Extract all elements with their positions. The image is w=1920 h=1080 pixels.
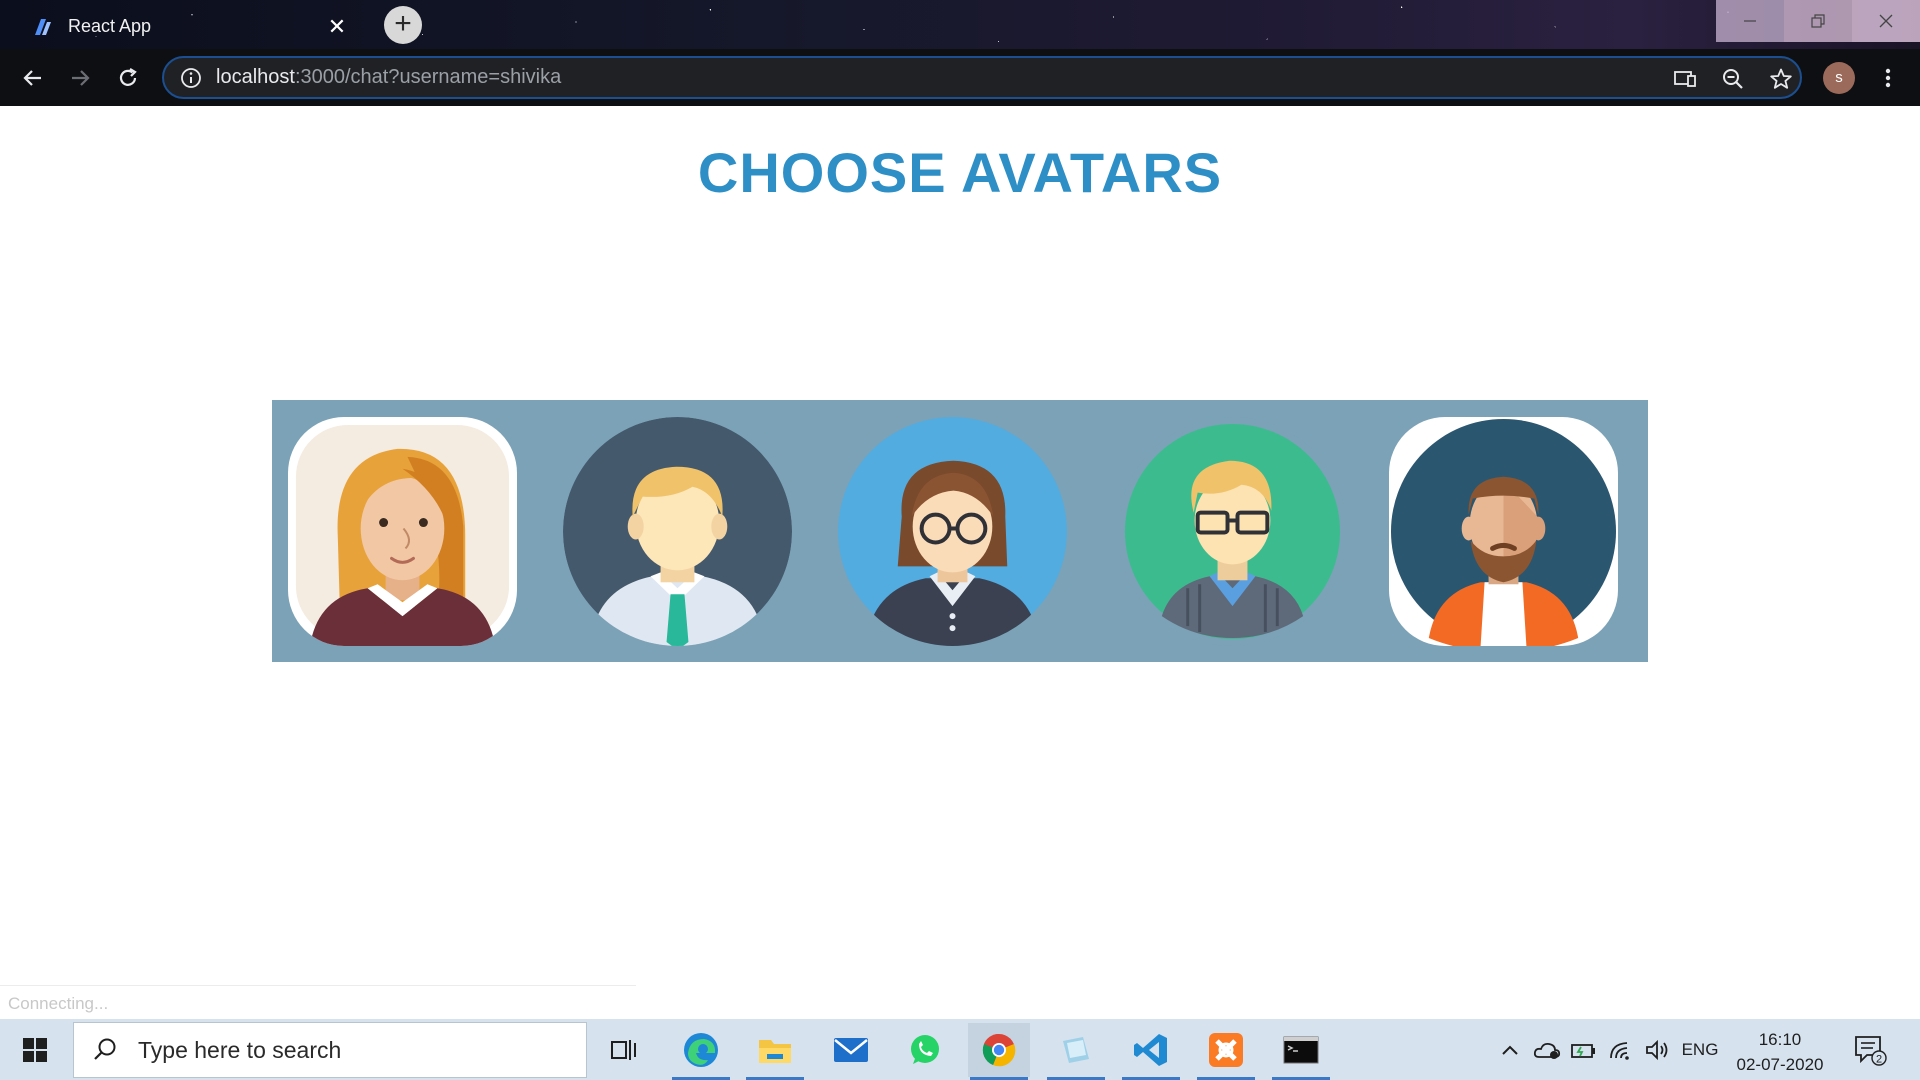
wifi-icon[interactable]: [1606, 1035, 1636, 1065]
vscode-icon: [1134, 1034, 1167, 1066]
avatar-option-4[interactable]: [1118, 417, 1347, 646]
restore-icon: [1811, 14, 1825, 28]
task-view-icon: [611, 1040, 636, 1060]
bookmark-star-icon[interactable]: [1768, 66, 1794, 92]
cast-icon[interactable]: [1672, 66, 1698, 92]
search-input[interactable]: [138, 1036, 558, 1064]
task-view-button[interactable]: [593, 1023, 655, 1077]
page-title: CHOOSE AVATARS: [697, 141, 1223, 204]
taskbar-app-terminal[interactable]: [1270, 1023, 1332, 1080]
back-arrow-icon: [23, 70, 41, 86]
avatar-option-2[interactable]: [563, 417, 792, 646]
forward-arrow-icon: [72, 70, 90, 86]
reload-button[interactable]: [111, 61, 145, 95]
notification-count: 2: [1876, 1054, 1882, 1066]
taskbar-search-box[interactable]: [73, 1022, 587, 1078]
react-favicon-icon: [32, 16, 54, 38]
avatar-option-1[interactable]: [288, 417, 517, 646]
search-icon: [90, 1035, 120, 1065]
language-indicator[interactable]: ENG: [1680, 1035, 1720, 1065]
taskbar-app-notepad[interactable]: [1045, 1023, 1107, 1080]
reload-icon: [119, 68, 137, 86]
close-icon: [1879, 14, 1893, 28]
woman-glasses-avatar-icon: [838, 417, 1067, 646]
chrome-icon: [982, 1033, 1016, 1067]
volume-icon[interactable]: [1642, 1035, 1672, 1065]
battery-icon[interactable]: [1569, 1035, 1599, 1065]
forward-button[interactable]: [63, 61, 97, 95]
url-host: localhost: [216, 66, 295, 88]
tab-close-icon[interactable]: ✕: [326, 15, 348, 38]
terminal-icon: [1283, 1036, 1319, 1064]
connection-status: Connecting...: [0, 985, 636, 1019]
browser-tab-react-app[interactable]: React App ✕: [14, 4, 366, 49]
zoom-icon[interactable]: [1720, 66, 1746, 92]
taskbar-clock[interactable]: 16:10 02-07-2020: [1728, 1027, 1832, 1077]
man-glasses-vest-avatar-icon: [1118, 417, 1347, 646]
whatsapp-icon: [911, 1035, 939, 1064]
site-info-icon[interactable]: [178, 65, 204, 91]
windows-taskbar: ENG 16:10 02-07-2020 2: [0, 1019, 1920, 1080]
onedrive-cloud-icon[interactable]: [1532, 1035, 1562, 1065]
avatar-option-3[interactable]: [838, 417, 1067, 646]
edge-icon: [684, 1033, 718, 1067]
taskbar-app-file-explorer[interactable]: [744, 1023, 806, 1080]
avatar-option-5[interactable]: [1389, 417, 1618, 646]
windows-logo-icon: [23, 1038, 47, 1062]
taskbar-app-whatsapp[interactable]: [894, 1023, 956, 1077]
avatar-selection-strip: [272, 400, 1648, 662]
folder-icon: [759, 1040, 791, 1063]
taskbar-app-mail[interactable]: [820, 1023, 882, 1077]
xampp-icon: [1209, 1033, 1243, 1067]
profile-avatar[interactable]: s: [1823, 62, 1855, 94]
browser-tab-bar: React App ✕ +: [0, 0, 1920, 49]
show-hidden-icons-chevron-up-icon[interactable]: [1496, 1035, 1524, 1065]
url-path: :3000/chat?username=shivika: [294, 66, 562, 88]
browser-toolbar: localhost:3000/chat?username=shivika s: [0, 49, 1920, 106]
window-minimize-button[interactable]: [1716, 0, 1784, 42]
taskbar-app-vscode[interactable]: [1120, 1023, 1182, 1080]
woman-orange-hair-avatar-icon: [288, 417, 517, 646]
clock-date: 02-07-2020: [1736, 1055, 1824, 1074]
taskbar-app-edge[interactable]: [670, 1023, 732, 1080]
man-blonde-tie-avatar-icon: [563, 417, 792, 646]
back-button[interactable]: [16, 61, 50, 95]
minimize-icon: [1744, 20, 1756, 22]
new-tab-button[interactable]: +: [384, 6, 422, 44]
taskbar-app-chrome[interactable]: [968, 1023, 1030, 1080]
taskbar-app-xampp[interactable]: [1195, 1023, 1257, 1080]
mail-icon: [834, 1038, 868, 1062]
browser-menu-icon[interactable]: [1872, 62, 1904, 94]
window-close-button[interactable]: [1852, 0, 1920, 42]
notification-icon: 2: [1855, 1036, 1887, 1066]
address-bar[interactable]: localhost:3000/chat?username=shivika: [162, 56, 1802, 99]
start-button[interactable]: [8, 1029, 62, 1071]
clock-time: 16:10: [1758, 1030, 1802, 1049]
action-center-button[interactable]: 2: [1852, 1033, 1888, 1067]
notepad-icon: [1063, 1037, 1089, 1063]
tab-title: React App: [68, 16, 152, 36]
window-maximize-button[interactable]: [1784, 0, 1852, 42]
man-beard-avatar-icon: [1389, 417, 1618, 646]
